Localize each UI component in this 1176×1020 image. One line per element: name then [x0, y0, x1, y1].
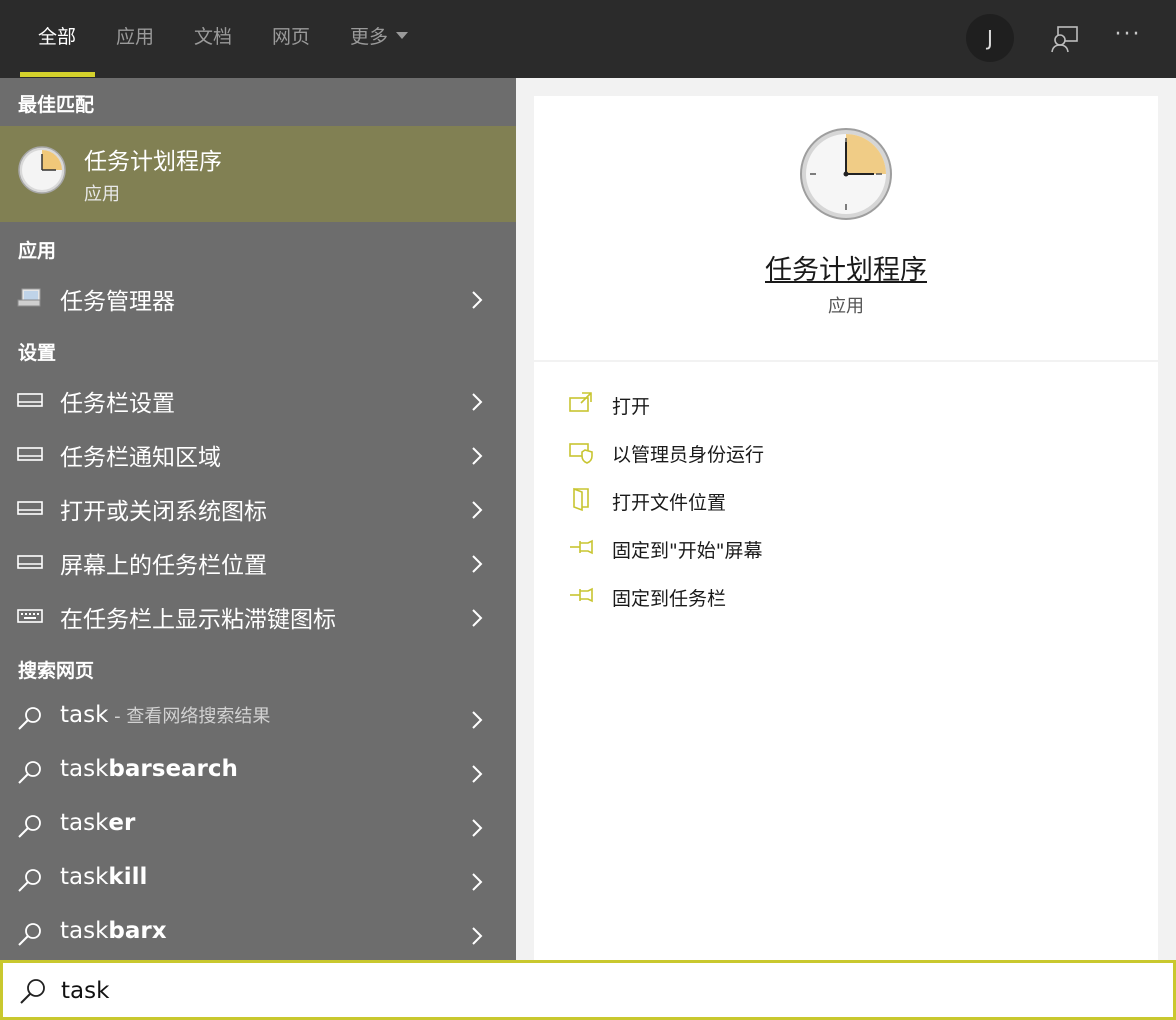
chevron-right-icon[interactable] — [470, 608, 484, 628]
web-result-suggestion: barx — [108, 918, 167, 944]
best-match-title: 任务计划程序 — [84, 149, 222, 175]
action-pin-to-start[interactable]: 固定到"开始"屏幕 — [534, 528, 1158, 568]
preview-subtitle: 应用 — [828, 296, 864, 317]
web-result-label: tasker — [60, 810, 135, 836]
web-result-query: task — [60, 702, 109, 728]
search-box — [0, 960, 1176, 1020]
preview-title[interactable]: 任务计划程序 — [534, 248, 1158, 287]
web-result-suggestion: er — [108, 810, 136, 836]
search-input[interactable] — [61, 973, 1061, 1009]
settings-result-label: 屏幕上的任务栏位置 — [60, 553, 267, 579]
settings-result-item[interactable]: 屏幕上的任务栏位置 — [0, 536, 516, 590]
chevron-right-icon[interactable] — [470, 554, 484, 574]
tab-apps[interactable]: 应用 — [116, 0, 154, 78]
chevron-right-icon[interactable] — [470, 764, 484, 784]
settings-result-item[interactable]: 打开或关闭系统图标 — [0, 482, 516, 536]
settings-result-label: 打开或关闭系统图标 — [60, 499, 267, 525]
search-icon — [18, 815, 41, 838]
section-header-settings: 设置 — [18, 342, 57, 364]
chevron-right-icon[interactable] — [470, 290, 484, 310]
web-result-query: task — [60, 810, 109, 836]
tab-all[interactable]: 全部 — [38, 0, 76, 78]
section-header-best-match: 最佳匹配 — [18, 94, 95, 116]
preview-card: 任务计划程序 应用 — [534, 96, 1158, 360]
settings-result-item[interactable]: 任务栏设置 — [0, 374, 516, 428]
web-result-label: taskbarx — [60, 918, 167, 944]
section-header-web: 搜索网页 — [18, 660, 95, 682]
best-match-item[interactable]: 任务计划程序 应用 — [0, 126, 516, 222]
chevron-right-icon[interactable] — [470, 392, 484, 412]
task-manager-icon — [17, 288, 41, 307]
results-panel: 最佳匹配 任务计划程序 应用 应用 任务管理器 设置 任务栏设置 任务栏通知区域 — [0, 78, 516, 960]
web-result-item[interactable]: taskkill — [0, 854, 516, 908]
taskbar-icon — [17, 447, 43, 461]
action-label: 打开文件位置 — [612, 492, 727, 514]
chevron-right-icon[interactable] — [470, 872, 484, 892]
tab-web[interactable]: 网页 — [272, 0, 310, 78]
settings-result-label: 在任务栏上显示粘滞键图标 — [60, 607, 336, 633]
search-icon — [18, 869, 41, 892]
search-filter-bar: 全部 应用 文档 网页 更多 J ··· — [0, 0, 1176, 78]
action-label: 打开 — [612, 396, 651, 418]
chevron-right-icon[interactable] — [470, 710, 484, 730]
tab-more-label: 更多 — [350, 26, 389, 48]
web-result-suggestion: barsearch — [108, 756, 238, 782]
web-result-label: task - 查看网络搜索结果 — [60, 702, 270, 728]
tab-more[interactable]: 更多 — [350, 0, 409, 78]
web-result-label: taskkill — [60, 864, 147, 890]
web-result-query: task — [60, 864, 109, 890]
chevron-right-icon[interactable] — [470, 446, 484, 466]
action-label: 固定到"开始"屏幕 — [612, 540, 763, 562]
taskbar-icon — [17, 555, 43, 569]
feedback-icon[interactable] — [1050, 24, 1080, 54]
search-icon — [18, 923, 41, 946]
taskbar-icon — [17, 393, 43, 407]
web-result-query: task — [60, 756, 109, 782]
action-open-file-location[interactable]: 打开文件位置 — [534, 480, 1158, 520]
action-label: 以管理员身份运行 — [612, 444, 765, 466]
web-result-query: task — [60, 918, 109, 944]
pin-icon — [570, 587, 593, 603]
web-result-item[interactable]: taskbarx — [0, 908, 516, 962]
action-pin-to-taskbar[interactable]: 固定到任务栏 — [534, 576, 1158, 616]
settings-result-item[interactable]: 在任务栏上显示粘滞键图标 — [0, 590, 516, 644]
web-result-label: taskbarsearch — [60, 756, 238, 782]
settings-result-label: 任务栏设置 — [60, 391, 175, 417]
action-label: 固定到任务栏 — [612, 588, 727, 610]
web-result-item[interactable]: taskbarsearch — [0, 746, 516, 800]
action-open[interactable]: 打开 — [534, 384, 1158, 424]
chevron-down-icon — [396, 32, 409, 39]
chevron-right-icon[interactable] — [470, 926, 484, 946]
file-location-icon — [573, 487, 589, 512]
clock-icon — [18, 146, 66, 194]
keyboard-icon — [17, 609, 43, 623]
action-run-as-admin[interactable]: 以管理员身份运行 — [534, 432, 1158, 472]
chevron-right-icon[interactable] — [470, 500, 484, 520]
web-result-note: - 查看网络搜索结果 — [108, 706, 271, 727]
active-tab-indicator — [20, 72, 95, 77]
app-result-task-manager[interactable]: 任务管理器 — [0, 272, 516, 326]
open-icon — [569, 392, 592, 412]
section-header-apps: 应用 — [18, 240, 57, 262]
pin-icon — [570, 539, 593, 555]
app-result-label: 任务管理器 — [60, 289, 175, 315]
chevron-right-icon[interactable] — [470, 818, 484, 838]
more-options-icon[interactable]: ··· — [1112, 22, 1144, 52]
search-icon — [18, 707, 41, 730]
avatar[interactable]: J — [966, 14, 1014, 62]
clock-icon — [800, 128, 892, 220]
run-as-admin-icon — [569, 443, 593, 464]
search-icon — [20, 979, 45, 1004]
search-icon — [18, 761, 41, 784]
tab-documents[interactable]: 文档 — [194, 0, 232, 78]
web-result-suggestion: kill — [108, 864, 148, 890]
taskbar-icon — [17, 501, 43, 515]
web-result-item[interactable]: task - 查看网络搜索结果 — [0, 692, 516, 746]
settings-result-item[interactable]: 任务栏通知区域 — [0, 428, 516, 482]
actions-list: 打开 以管理员身份运行 打开文件位置 固定到"开始"屏幕 固定到任务栏 — [534, 362, 1158, 960]
web-result-item[interactable]: tasker — [0, 800, 516, 854]
settings-result-label: 任务栏通知区域 — [60, 445, 221, 471]
best-match-subtitle: 应用 — [84, 184, 120, 205]
